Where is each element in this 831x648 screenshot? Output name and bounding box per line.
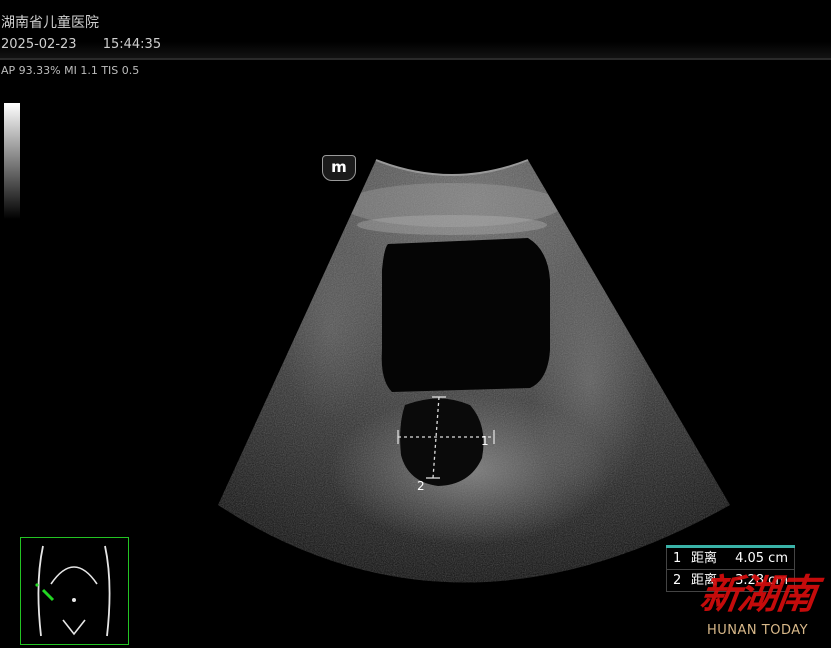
- caliper-label-1: 1: [481, 434, 489, 448]
- watermark-logo: 新湖南: [697, 572, 818, 618]
- bladder-region: [381, 238, 550, 392]
- caliper-label-2: 2: [417, 479, 425, 493]
- cyst-region: [400, 398, 484, 486]
- body-marker-pictogram: [20, 537, 129, 645]
- news-watermark: 新湖南 HUNAN TODAY: [697, 560, 829, 640]
- probe-orientation-marker: m: [322, 155, 356, 181]
- probe-position-icon: [41, 588, 55, 602]
- watermark-caption: HUNAN TODAY: [707, 623, 809, 638]
